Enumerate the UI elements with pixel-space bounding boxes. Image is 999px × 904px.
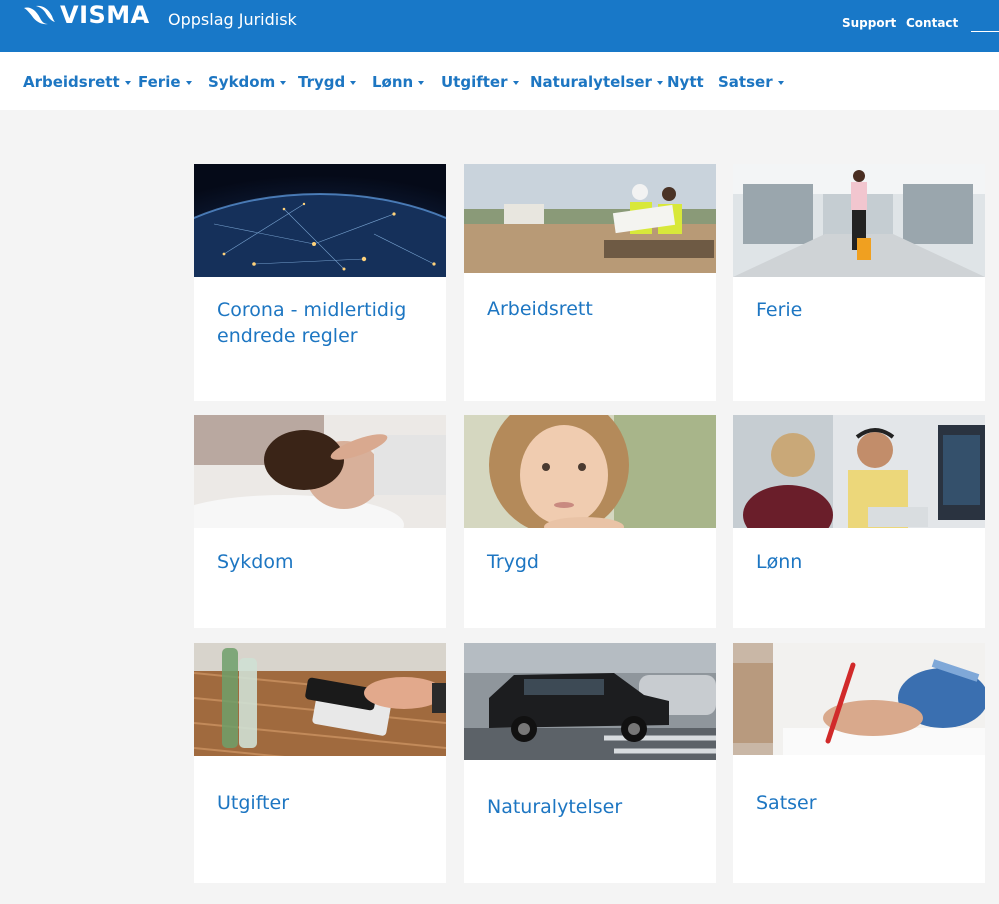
topic-card-trygd[interactable]: Trygd [464, 415, 716, 628]
contact-link[interactable]: Contact [906, 16, 958, 30]
construction-workers-image [464, 164, 716, 273]
card-title: Sykdom [217, 551, 294, 573]
visma-swoosh-icon [24, 5, 55, 25]
nav-item-satser[interactable]: Satser [718, 73, 784, 91]
app-title: Oppslag Juridisk [168, 10, 297, 29]
nav-label: Lønn [372, 73, 414, 91]
child-portrait-image [464, 415, 716, 528]
main-nav: Arbeidsrett Ferie Sykdom Trygd Lønn Utgi… [0, 52, 999, 110]
writing-hand-image [733, 643, 985, 755]
card-title: Lønn [756, 551, 803, 573]
nav-label: Ferie [138, 73, 181, 91]
nav-item-lonn[interactable]: Lønn [372, 73, 425, 91]
brand-name: VISMA [60, 1, 150, 29]
nav-item-trygd[interactable]: Trygd [298, 73, 357, 91]
card-title: Satser [756, 792, 817, 814]
card-title: Trygd [487, 551, 539, 573]
card-title: Arbeidsrett [487, 298, 593, 320]
chevron-down-icon [656, 80, 663, 85]
topic-card-ferie[interactable]: Ferie [733, 164, 985, 401]
nav-label: Arbeidsrett [23, 73, 120, 91]
card-title: Naturalytelser [487, 796, 623, 818]
card-title: Utgifter [217, 792, 290, 814]
top-header: VISMA Oppslag Juridisk Support Contact [0, 0, 999, 52]
nav-item-utgifter[interactable]: Utgifter [441, 73, 519, 91]
chevron-down-icon [280, 80, 287, 85]
search-field-underline[interactable] [971, 31, 999, 32]
nav-label: Utgifter [441, 73, 508, 91]
card-title: Ferie [756, 299, 803, 321]
nav-label: Naturalytelser [530, 73, 652, 91]
chevron-down-icon [185, 80, 192, 85]
card-title: Corona - midlertidig endrede regler [217, 299, 407, 347]
nav-item-naturalytelser[interactable]: Naturalytelser [530, 73, 663, 91]
topic-card-satser[interactable]: Satser [733, 643, 985, 883]
office-workers-image [733, 415, 985, 528]
nav-label: Nytt [667, 73, 704, 91]
chevron-down-icon [350, 80, 357, 85]
earth-network-image [194, 164, 446, 277]
car-traffic-image [464, 643, 716, 760]
topic-card-corona[interactable]: Corona - midlertidig endrede regler [194, 164, 446, 401]
topic-card-arbeidsrett[interactable]: Arbeidsrett [464, 164, 716, 401]
chevron-down-icon [512, 80, 519, 85]
support-link[interactable]: Support [842, 16, 896, 30]
nav-item-ferie[interactable]: Ferie [138, 73, 192, 91]
nav-item-arbeidsrett[interactable]: Arbeidsrett [23, 73, 131, 91]
nav-item-nytt[interactable]: Nytt [667, 73, 704, 91]
nav-item-sykdom[interactable]: Sykdom [208, 73, 287, 91]
chevron-down-icon [418, 80, 425, 85]
nav-label: Trygd [298, 73, 346, 91]
airport-traveler-image [733, 164, 985, 277]
nav-label: Sykdom [208, 73, 276, 91]
topic-card-naturalytelser[interactable]: Naturalytelser [464, 643, 716, 883]
topic-card-lonn[interactable]: Lønn [733, 415, 985, 628]
chevron-down-icon [777, 80, 784, 85]
sick-woman-image [194, 415, 446, 528]
topic-card-sykdom[interactable]: Sykdom [194, 415, 446, 628]
nav-label: Satser [718, 73, 773, 91]
chevron-down-icon [124, 80, 131, 85]
topic-card-utgifter[interactable]: Utgifter [194, 643, 446, 883]
card-payment-image [194, 643, 446, 756]
visma-logo[interactable]: VISMA [22, 1, 150, 29]
